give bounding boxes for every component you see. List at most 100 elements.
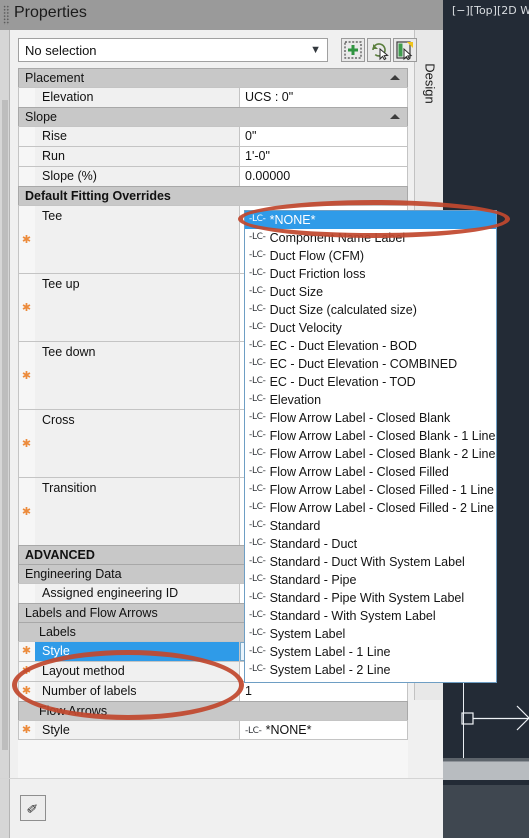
dropdown-item[interactable]: -LC- Flow Arrow Label - Closed Blank	[245, 409, 496, 427]
dropdown-item[interactable]: -LC- System Label - 2 Line	[245, 661, 496, 679]
chevron-up-icon[interactable]	[390, 114, 400, 119]
label-curve-tag-icon: -LC-	[249, 466, 266, 476]
row-slope-percent[interactable]: Slope (%) 0.00000	[18, 166, 408, 186]
row-rise[interactable]: Rise 0"	[18, 126, 408, 146]
row-run-value[interactable]: 1'-0"	[240, 147, 407, 166]
palette-grip-icon[interactable]	[3, 5, 10, 25]
select-objects-icon	[344, 41, 362, 59]
selection-toolbar: No selection ▼	[10, 34, 417, 64]
dropdown-item-label: EC - Duct Elevation - BOD	[269, 339, 417, 353]
row-flow-arrows-style-label: Style	[35, 721, 240, 739]
dropdown-item[interactable]: -LC- Flow Arrow Label - Closed Filled - 1…	[245, 481, 496, 499]
palette-strip-inner	[2, 100, 8, 750]
dropdown-item[interactable]: -LC- Standard - Pipe With System Label	[245, 589, 496, 607]
dropdown-item[interactable]: -LC- Duct Size	[245, 283, 496, 301]
dropdown-item[interactable]: -LC- System Label	[245, 625, 496, 643]
selection-dropdown[interactable]: No selection ▼	[18, 38, 328, 62]
dropdown-item[interactable]: -LC- EC - Duct Elevation - COMBINED	[245, 355, 496, 373]
dropdown-item[interactable]: -LC- Standard	[245, 517, 496, 535]
dropdown-item-label: Standard - Pipe With System Label	[269, 591, 465, 605]
dropdown-item[interactable]: -LC- Standard - With System Label	[245, 607, 496, 625]
dropdown-item[interactable]: -LC- Duct Velocity	[245, 319, 496, 337]
dropdown-item[interactable]: -LC- Duct Flow (CFM)	[245, 247, 496, 265]
label-curve-tag-icon: -LC-	[249, 556, 266, 566]
category-labels-and-flow-arrows-label: Labels and Flow Arrows	[25, 606, 158, 620]
label-curve-tag-icon: -LC-	[249, 502, 266, 512]
dropdown-item[interactable]: -LC- Component Name Label	[245, 229, 496, 247]
asterisk-override-icon: ✱	[19, 274, 35, 341]
palette-footer-strip	[0, 779, 10, 838]
dropdown-item-label: Standard - Duct With System Label	[269, 555, 465, 569]
quick-select-button[interactable]	[367, 38, 391, 62]
page-title: Properties	[14, 4, 87, 21]
asterisk-override-icon: ✱	[19, 642, 35, 661]
chevron-down-icon[interactable]: ▼	[310, 44, 321, 56]
row-run[interactable]: Run 1'-0"	[18, 146, 408, 166]
label-curve-tag-icon: -LC-	[249, 286, 266, 296]
dropdown-item[interactable]: -LC- Flow Arrow Label - Closed Blank - 2 …	[245, 445, 496, 463]
quick-select-button-footer[interactable]: ✏	[20, 795, 46, 821]
dropdown-item[interactable]: -LC- Elevation	[245, 391, 496, 409]
dropdown-item[interactable]: -LC- Flow Arrow Label - Closed Filled - 2…	[245, 499, 496, 517]
label-curve-tag-icon: -LC-	[249, 322, 266, 332]
asterisk-override-icon: ✱	[19, 682, 35, 701]
select-objects-button[interactable]	[341, 38, 365, 62]
category-advanced-label: ADVANCED	[25, 548, 95, 562]
row-run-label: Run	[35, 147, 240, 166]
category-placement[interactable]: Placement	[18, 68, 408, 87]
dropdown-item-label: Standard - Duct	[269, 537, 358, 551]
row-elevation[interactable]: Elevation UCS : 0"	[18, 87, 408, 107]
category-flow-arrows[interactable]: Flow Arrows	[18, 701, 408, 720]
chevron-up-icon[interactable]	[390, 75, 400, 80]
label-curve-tag-icon: -LC-	[249, 538, 266, 548]
category-placement-label: Placement	[25, 71, 85, 85]
category-flow-arrows-label: Flow Arrows	[39, 704, 108, 718]
horizontal-scrollbar[interactable]	[440, 761, 529, 780]
dropdown-item-label: Flow Arrow Label - Closed Filled	[269, 465, 449, 479]
label-curve-tag-icon: -LC-	[249, 340, 266, 350]
dropdown-item[interactable]: -LC- Flow Arrow Label - Closed Filled	[245, 463, 496, 481]
row-flow-arrows-style[interactable]: ✱ Style -LC- *NONE*	[18, 720, 408, 740]
cycle-cursor-icon	[372, 43, 389, 61]
dropdown-item-label: Component Name Label	[269, 231, 406, 245]
dropdown-item[interactable]: -LC- *NONE*	[245, 211, 496, 229]
dropdown-item-label: Duct Friction loss	[269, 267, 366, 281]
dropdown-item-label: Standard - Pipe	[269, 573, 357, 587]
dropdown-item[interactable]: -LC- EC - Duct Elevation - BOD	[245, 337, 496, 355]
dropdown-item[interactable]: -LC- Flow Arrow Label - Closed Blank - 1 …	[245, 427, 496, 445]
selection-value: No selection	[25, 42, 97, 58]
dropdown-item[interactable]: -LC- System Label - 1 Line	[245, 643, 496, 661]
row-layout-method-label: Layout method	[35, 662, 240, 681]
pickadd-toggle-button[interactable]	[393, 38, 417, 62]
category-default-fitting-overrides[interactable]: Default Fitting Overrides	[18, 186, 408, 205]
row-tee-label: Tee	[35, 206, 240, 273]
asterisk-override-icon: ✱	[19, 478, 35, 545]
row-elevation-value[interactable]: UCS : 0"	[240, 88, 407, 107]
category-slope[interactable]: Slope	[18, 107, 408, 126]
row-rise-value[interactable]: 0"	[240, 127, 407, 146]
row-indent	[19, 584, 35, 603]
dropdown-item[interactable]: -LC- Standard - Pipe	[245, 571, 496, 589]
row-flow-arrows-style-value[interactable]: -LC- *NONE*	[240, 721, 407, 739]
row-number-of-labels-value[interactable]: 1	[240, 682, 407, 701]
dropdown-item[interactable]: -LC- EC - Duct Elevation - TOD	[245, 373, 496, 391]
row-slope-percent-value[interactable]: 0.00000	[240, 167, 407, 186]
dropdown-item[interactable]: -LC- System Label - Inside	[245, 679, 496, 682]
row-tee-up-label: Tee up	[35, 274, 240, 341]
labels-style-dropdown-list[interactable]: -LC- *NONE* -LC- Component Name Label -LC- Du…	[244, 210, 497, 683]
palette-titlebar[interactable]: Properties	[0, 0, 443, 30]
dropdown-item[interactable]: -LC- Duct Size (calculated size)	[245, 301, 496, 319]
viewport-label: [−][Top][2D Wi	[452, 4, 529, 17]
label-curve-tag-icon: -LC-	[249, 448, 266, 458]
command-line-palette[interactable]: ✕ 🔧 PlumbingL ✎ ▼ PLUM	[440, 785, 529, 838]
dropdown-item[interactable]: -LC- Standard - Duct	[245, 535, 496, 553]
row-number-of-labels[interactable]: ✱ Number of labels 1	[18, 681, 408, 701]
dropdown-item-label: Duct Size	[269, 285, 324, 299]
label-curve-tag-icon: -LC-	[249, 664, 266, 674]
dropdown-item[interactable]: -LC- Standard - Duct With System Label	[245, 553, 496, 571]
label-curve-tag-icon: -LC-	[249, 484, 266, 494]
label-curve-tag-icon: -LC-	[249, 592, 266, 602]
row-indent	[19, 127, 35, 146]
label-curve-tag-icon: -LC-	[249, 574, 266, 584]
dropdown-item[interactable]: -LC- Duct Friction loss	[245, 265, 496, 283]
